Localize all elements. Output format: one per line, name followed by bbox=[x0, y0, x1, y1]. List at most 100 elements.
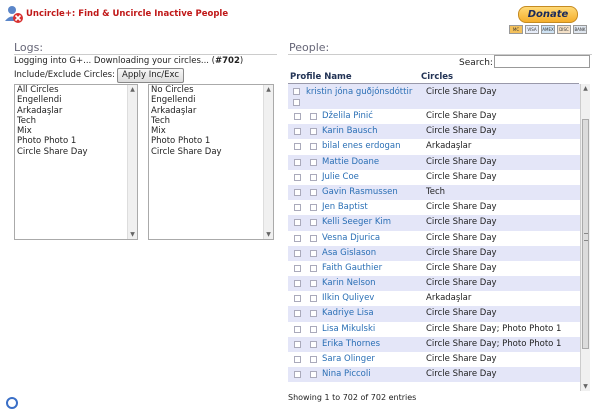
row-select-checkbox[interactable] bbox=[310, 371, 317, 379]
row-select-checkbox[interactable] bbox=[310, 173, 317, 181]
profile-name-link[interactable]: Mattie Doane bbox=[322, 157, 379, 167]
profile-name-link[interactable]: Karin Bausch bbox=[322, 126, 378, 136]
donate-button[interactable]: Donate bbox=[518, 6, 578, 23]
row-checkbox[interactable] bbox=[293, 88, 300, 95]
row-checkbox[interactable] bbox=[294, 113, 301, 120]
row-select-checkbox[interactable] bbox=[293, 99, 300, 106]
row-checkbox[interactable] bbox=[294, 310, 301, 318]
row-checkbox[interactable] bbox=[294, 325, 301, 333]
row-select-checkbox[interactable] bbox=[310, 143, 317, 151]
profile-name-link[interactable]: kristin jóna guðjónsdóttir bbox=[306, 87, 412, 97]
row-select-checkbox[interactable] bbox=[310, 188, 317, 196]
profile-name-link[interactable]: Kelli Seeger Kim bbox=[322, 217, 391, 227]
row-circles: Circle Share Day bbox=[426, 126, 497, 137]
include-option[interactable]: Mix bbox=[15, 126, 137, 136]
exclude-option[interactable]: Mix bbox=[149, 126, 273, 136]
profile-name-link[interactable]: Vesna Djurica bbox=[322, 233, 380, 243]
row-select-checkbox[interactable] bbox=[310, 234, 317, 242]
column-header-circles[interactable]: Circles bbox=[421, 72, 453, 82]
column-header-profile-name[interactable]: Profile Name bbox=[290, 72, 352, 82]
row-select-checkbox[interactable] bbox=[310, 325, 317, 333]
search-input[interactable] bbox=[494, 55, 590, 68]
row-circles: Circle Share Day bbox=[426, 217, 497, 228]
table-scrollbar[interactable]: ▲ ▼ bbox=[580, 84, 590, 391]
row-select-checkbox[interactable] bbox=[310, 113, 317, 120]
exclude-option[interactable]: Photo Photo 1 bbox=[149, 136, 273, 146]
include-option[interactable]: Photo Photo 1 bbox=[15, 136, 137, 146]
exclude-option[interactable]: Arkadaşlar bbox=[149, 106, 273, 116]
profile-name-link[interactable]: bilal enes erdogan bbox=[322, 141, 401, 151]
exclude-option[interactable]: Tech bbox=[149, 116, 273, 126]
profile-name-link[interactable]: Faith Gauthier bbox=[322, 263, 382, 273]
profile-name-link[interactable]: Dželila Pinić bbox=[322, 111, 373, 121]
row-select-checkbox[interactable] bbox=[310, 340, 317, 348]
row-select-checkbox[interactable] bbox=[310, 128, 317, 136]
scrollbar-thumb[interactable] bbox=[582, 119, 589, 349]
profile-name-link[interactable]: Sara Olinger bbox=[322, 354, 375, 364]
include-option[interactable]: Arkadaşlar bbox=[15, 106, 137, 116]
row-checkbox[interactable] bbox=[294, 249, 301, 257]
profile-name-link[interactable]: Nina Piccoli bbox=[322, 369, 371, 379]
exclude-option[interactable]: No Circles bbox=[149, 85, 273, 95]
row-checkbox[interactable] bbox=[294, 280, 301, 288]
row-select-checkbox[interactable] bbox=[310, 295, 317, 303]
row-select-checkbox[interactable] bbox=[310, 158, 317, 166]
include-option[interactable]: Tech bbox=[15, 116, 137, 126]
row-checkbox[interactable] bbox=[294, 158, 301, 166]
table-row: kristin jóna guðjónsdóttir Circle Share D… bbox=[288, 84, 580, 109]
row-checkbox[interactable] bbox=[294, 234, 301, 242]
profile-name-link[interactable]: Karin Nelson bbox=[322, 278, 376, 288]
row-select-checkbox[interactable] bbox=[310, 264, 317, 272]
row-select-checkbox[interactable] bbox=[310, 204, 317, 212]
exclude-list-scrollbar[interactable]: ▲ ▼ bbox=[263, 85, 273, 239]
row-checkbox[interactable] bbox=[294, 340, 301, 348]
row-circles: Circle Share Day bbox=[426, 111, 497, 121]
table-row: Kelli Seeger Kim Circle Share Day bbox=[288, 215, 580, 231]
apply-inc-exc-button[interactable]: Apply Inc/Exc bbox=[117, 68, 185, 83]
row-checkbox[interactable] bbox=[294, 173, 301, 181]
row-checkbox[interactable] bbox=[294, 371, 301, 379]
table-row: bilal enes erdogan Arkadaşlar bbox=[288, 139, 580, 154]
row-checkbox[interactable] bbox=[294, 204, 301, 212]
row-select-checkbox[interactable] bbox=[310, 356, 317, 363]
row-checkbox[interactable] bbox=[294, 295, 301, 303]
include-option[interactable]: All Circles bbox=[15, 85, 137, 95]
row-checkbox[interactable] bbox=[294, 128, 301, 136]
row-select-checkbox[interactable] bbox=[310, 219, 317, 227]
include-option[interactable]: Circle Share Day bbox=[15, 147, 137, 157]
row-select-checkbox[interactable] bbox=[310, 280, 317, 288]
include-circles-list[interactable]: All Circles Engellendi Arkadaşlar Tech M… bbox=[14, 84, 138, 240]
row-checkbox[interactable] bbox=[294, 188, 301, 196]
exclude-option[interactable]: Circle Share Day bbox=[149, 147, 273, 157]
row-select-checkbox[interactable] bbox=[310, 249, 317, 257]
payment-cards: MC VISA AMEX DISC BANK bbox=[509, 25, 587, 34]
exclude-circles-list[interactable]: No Circles Engellendi Arkadaşlar Tech Mi… bbox=[148, 84, 274, 240]
scroll-up-icon[interactable]: ▲ bbox=[581, 84, 590, 93]
row-checkbox[interactable] bbox=[294, 219, 301, 227]
scroll-down-icon[interactable]: ▼ bbox=[128, 230, 137, 239]
row-select-checkbox[interactable] bbox=[310, 310, 317, 318]
scroll-down-icon[interactable]: ▼ bbox=[581, 382, 590, 391]
scroll-down-icon[interactable]: ▼ bbox=[264, 230, 273, 239]
profile-name-link[interactable]: Jen Baptist bbox=[322, 202, 368, 212]
profile-name-link[interactable]: Erika Thornes bbox=[322, 339, 380, 349]
log-status: Logging into G+... Downloading your circ… bbox=[14, 56, 243, 66]
scroll-up-icon[interactable]: ▲ bbox=[264, 85, 273, 94]
row-checkbox[interactable] bbox=[294, 143, 301, 151]
scroll-up-icon[interactable]: ▲ bbox=[128, 85, 137, 94]
profile-name-link[interactable]: Gavin Rasmussen bbox=[322, 187, 398, 197]
profile-name-link[interactable]: Asa Gislason bbox=[322, 248, 376, 258]
people-title: People: bbox=[289, 41, 330, 54]
profile-name-link[interactable]: Lisa Mikulski bbox=[322, 324, 375, 334]
exclude-option[interactable]: Engellendi bbox=[149, 95, 273, 105]
profile-name-link[interactable]: Ilkin Quliyev bbox=[322, 293, 374, 303]
include-list-scrollbar[interactable]: ▲ ▼ bbox=[127, 85, 137, 239]
profile-name-link[interactable]: Kadriye Lisa bbox=[322, 308, 374, 318]
row-checkbox[interactable] bbox=[294, 356, 301, 363]
status-circle-icon bbox=[6, 397, 18, 409]
row-checkbox[interactable] bbox=[294, 264, 301, 272]
discover-icon: DISC bbox=[557, 25, 571, 34]
profile-name-link[interactable]: Julie Coe bbox=[322, 172, 359, 182]
scrollbar-grip-icon bbox=[584, 233, 588, 241]
include-option[interactable]: Engellendi bbox=[15, 95, 137, 105]
